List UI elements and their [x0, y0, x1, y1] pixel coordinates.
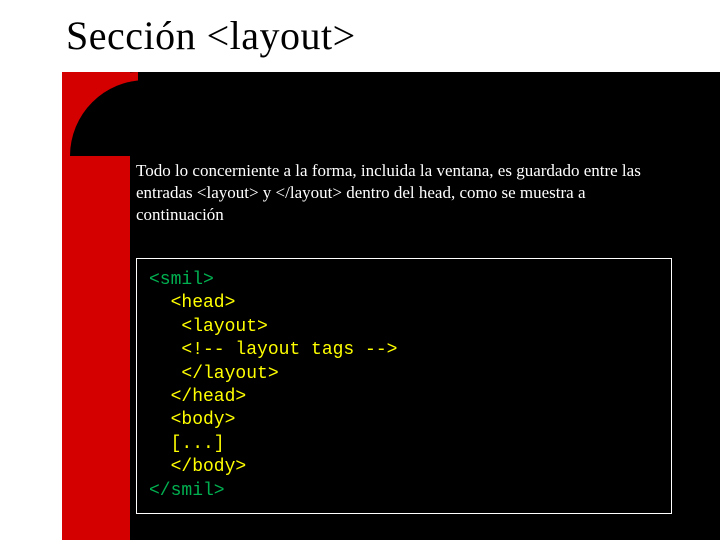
code-example-box: <smil> <head> <layout> <!-- layout tags … [136, 258, 672, 514]
code-line: <head> [149, 293, 235, 313]
left-strip [0, 0, 62, 540]
code-line: <body> [149, 410, 235, 430]
code-line: </body> [149, 457, 246, 477]
code-line: </head> [149, 387, 246, 407]
code-line: </layout> [149, 364, 279, 384]
description-text: Todo lo concerniente a la forma, incluid… [136, 160, 676, 225]
slide-title: Sección <layout> [66, 12, 356, 59]
code-line: <!-- layout tags --> [149, 340, 397, 360]
code-line: [...] [149, 434, 225, 454]
code-line: </smil> [149, 481, 225, 501]
code-line: <smil> [149, 270, 214, 290]
slide: Sección <layout> Todo lo concerniente a … [0, 0, 720, 540]
code-line: <layout> [149, 317, 268, 337]
